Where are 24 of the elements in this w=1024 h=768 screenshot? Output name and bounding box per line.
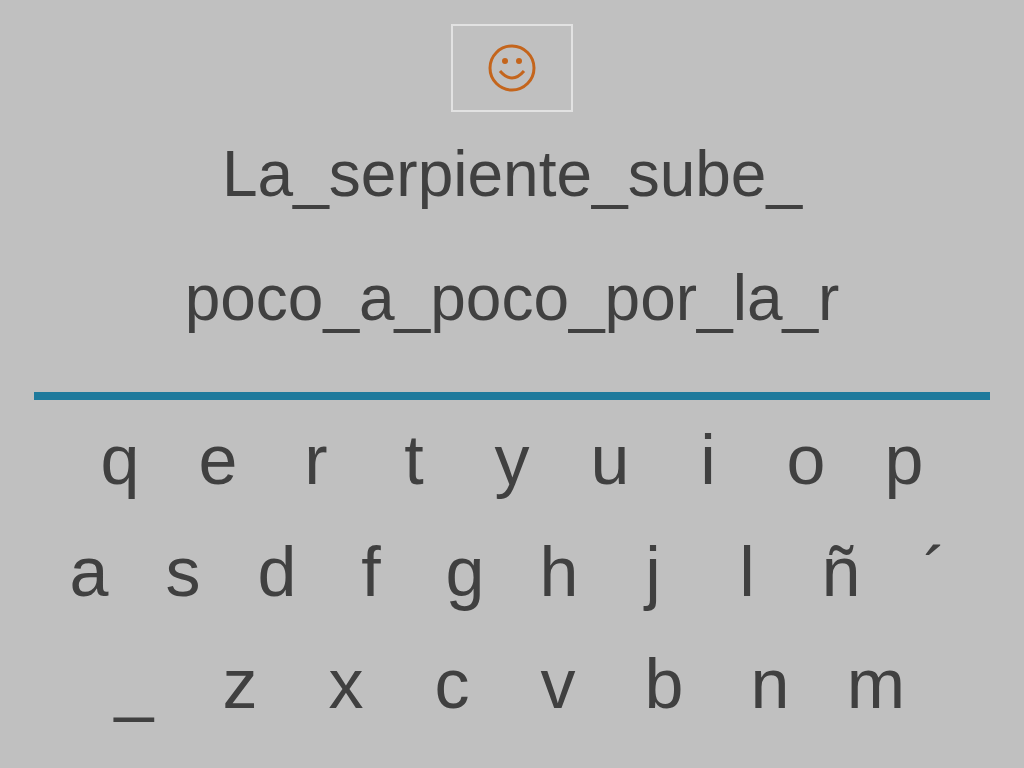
letter-key[interactable]: r (267, 425, 365, 495)
letter-key[interactable]: e (169, 425, 267, 495)
letter-key[interactable]: u (561, 425, 659, 495)
letter-key[interactable]: n (717, 649, 823, 719)
letter-key[interactable]: i (659, 425, 757, 495)
letter-key[interactable]: o (757, 425, 855, 495)
letter-key[interactable]: z (187, 649, 293, 719)
letter-key[interactable]: d (230, 537, 324, 607)
letter-key[interactable]: t (365, 425, 463, 495)
letter-key[interactable]: f (324, 537, 418, 607)
letter-key[interactable]: c (399, 649, 505, 719)
letter-key[interactable]: a (42, 537, 136, 607)
letter-key[interactable]: ñ (794, 537, 888, 607)
letter-key[interactable]: l (700, 537, 794, 607)
sentence-line: La_serpiente_sube_ (222, 137, 802, 212)
letter-key[interactable]: m (823, 649, 929, 719)
letter-key[interactable]: v (505, 649, 611, 719)
letter-key[interactable]: h (512, 537, 606, 607)
smiley-icon (487, 43, 537, 93)
letter-key[interactable]: ´ (888, 537, 982, 607)
letter-key[interactable]: b (611, 649, 717, 719)
sentence-line: poco_a_poco_por_la_r (184, 261, 840, 336)
letter-key[interactable]: x (293, 649, 399, 719)
letter-key[interactable]: s (136, 537, 230, 607)
